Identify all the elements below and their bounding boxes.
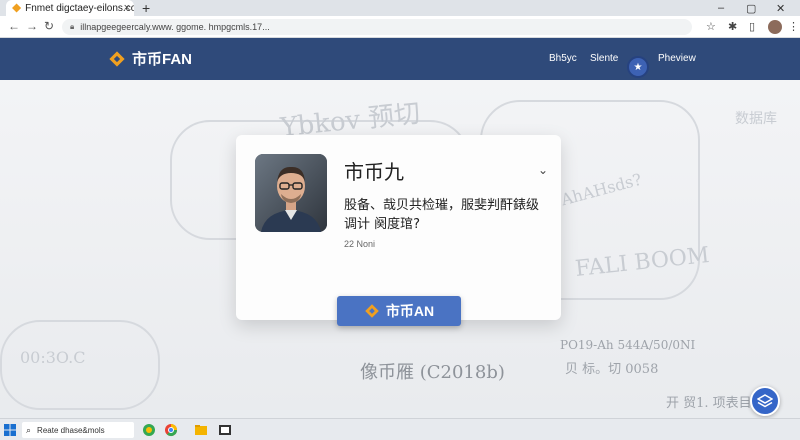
browser-tab-bar: Fnmet digctaey-eilons.com × + – ▢ ✕ [0,0,800,16]
person-portrait-icon [255,154,327,232]
site-header: 市币FAN Bh5yc Slente ★ Pheview [0,38,800,80]
browser-toolbar: ← → ↻ 🔒︎ illnapgeegeercaly.www. ggome. h… [0,16,800,38]
browser-tab[interactable]: Fnmet digctaey-eilons.com × [6,0,134,16]
forward-button[interactable]: → [26,19,38,33]
lock-icon: 🔒︎ [70,22,75,31]
profile-card: 市币九 ⌄ 股备、哉贝共检璀，服斐判酐錶级调计 阕度琯? 22 Noni [236,135,561,320]
brand-diamond-icon [365,304,379,318]
brand-name: 市币FAN [132,51,193,68]
close-window-button[interactable]: ✕ [776,2,785,15]
nav-link-1[interactable]: Bh5yc [549,53,577,64]
cta-label: 市币AN [385,303,435,319]
reload-button[interactable]: ↻ [44,19,54,33]
windows-taskbar: ⌕ Reate dhase&mols [0,418,800,440]
favorite-star-icon[interactable]: ★ [627,56,649,78]
back-button[interactable]: ← [8,19,20,33]
store-icon[interactable] [218,423,232,437]
windows-start-icon[interactable] [4,424,16,436]
bg-text: 开 贸1. 项表目 [666,396,752,410]
search-icon: ⌕ [26,424,32,435]
layers-icon [757,394,773,408]
bg-text: 像币雁 (C2018b) [360,362,505,383]
taskbar-search[interactable]: ⌕ Reate dhase&mols [22,422,134,438]
bookmark-star-icon[interactable]: ☆ [706,20,716,33]
profile-photo [255,154,327,232]
bg-text: PO19-Ah 544A/50/0NI [560,338,696,352]
profile-name: 市币九 [344,160,404,184]
site-favicon-icon [12,3,22,13]
minimize-button[interactable]: – [718,2,724,14]
bg-text: 00:3O.C [20,348,86,367]
taskbar-search-text: Reate dhase&mols [37,425,105,435]
chevron-down-icon[interactable]: ⌄ [538,163,548,177]
bg-text: 数据库 [735,111,777,127]
profile-description: 股备、哉贝共检璀，服斐判酐錶级调计 阕度琯? [344,198,540,232]
nav-link-preview[interactable]: Pheview [658,53,696,64]
brand-diamond-icon [109,50,125,67]
tab-title: Fnmet digctaey-eilons.com [25,2,134,14]
url-text: illnapgeegeercaly.www. ggome. hmpgcmls.1… [80,22,270,32]
nav-link-slente[interactable]: Slente [590,53,618,64]
chrome-icon[interactable] [164,423,178,437]
bg-text: 贝 标。切 0058 [565,362,659,377]
address-bar[interactable]: 🔒︎ illnapgeegeercaly.www. ggome. hmpgcml… [62,19,692,35]
edge-icon[interactable] [142,423,156,437]
profile-meta: 22 Noni [344,239,376,249]
new-tab-button[interactable]: + [142,0,150,16]
extensions-icon[interactable]: ✱ [728,20,737,33]
sidepanel-icon[interactable]: ▯ [749,20,755,33]
menu-icon[interactable]: ⋮ [788,20,799,33]
file-explorer-icon[interactable] [194,423,208,437]
maximize-button[interactable]: ▢ [746,2,756,15]
tab-close-button[interactable]: × [124,2,130,14]
chat-fab-button[interactable] [750,386,780,416]
cta-button[interactable]: 市币AN [337,296,461,326]
brand-logo[interactable]: 市币FAN [108,48,192,69]
profile-avatar[interactable] [768,20,782,34]
